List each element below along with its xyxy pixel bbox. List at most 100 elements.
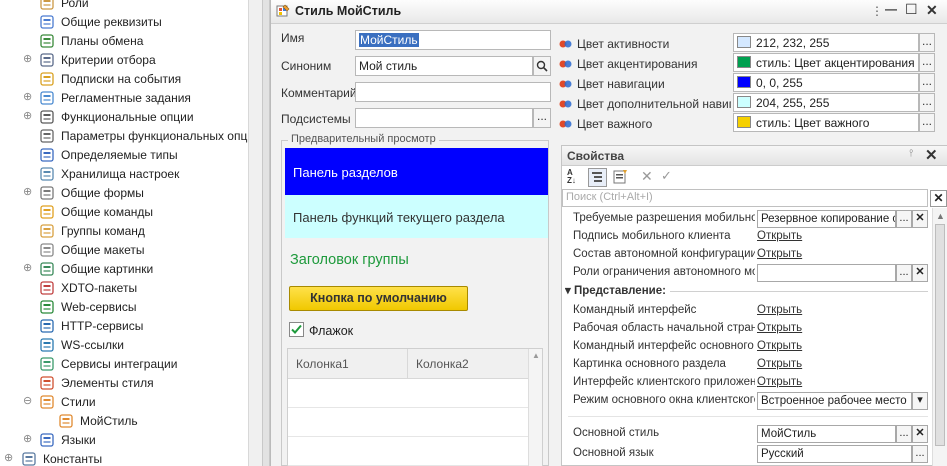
tree-item[interactable]: Языки xyxy=(39,430,96,449)
tree-item[interactable]: Константы xyxy=(21,449,102,466)
tree-item[interactable]: Элементы стиля xyxy=(39,373,154,392)
tree-item[interactable]: Общие реквизиты xyxy=(39,12,162,31)
expand-icon[interactable]: ⊕ xyxy=(23,54,32,65)
tree-item[interactable]: XDTO-пакеты xyxy=(39,278,137,297)
properties-close-icon[interactable]: ✕ xyxy=(925,146,938,164)
apply-icon[interactable]: ✓ xyxy=(661,168,672,184)
column-header-2[interactable]: Колонка2 xyxy=(408,349,528,379)
tree-item[interactable]: Сервисы интеграции xyxy=(39,354,177,373)
tree-item[interactable]: Web-сервисы xyxy=(39,297,137,316)
tree-item[interactable]: Стили xyxy=(39,392,96,411)
color-select-button[interactable]: ... xyxy=(919,53,935,72)
tree-item[interactable]: Функциональные опции xyxy=(39,107,194,126)
comment-field[interactable] xyxy=(355,82,551,102)
tree-item[interactable]: HTTP-сервисы xyxy=(39,316,143,335)
events-icon[interactable] xyxy=(612,169,628,185)
property-field[interactable]: Резервное копирование с xyxy=(757,210,896,228)
color-field[interactable]: стиль: Цвет важного xyxy=(733,113,919,132)
color-field[interactable]: 0, 0, 255 xyxy=(733,73,919,92)
tree-item[interactable]: Общие макеты xyxy=(39,240,145,259)
color-select-button[interactable]: ... xyxy=(919,113,935,132)
property-open-link[interactable]: Открыть xyxy=(757,340,802,358)
tree-item[interactable]: Регламентные задания xyxy=(39,88,191,107)
property-field[interactable]: Русский xyxy=(757,445,912,463)
column-header-1[interactable]: Колонка1 xyxy=(288,349,408,379)
property-open-link[interactable]: Открыть xyxy=(757,322,802,340)
checkbox[interactable] xyxy=(289,322,304,337)
color-field[interactable]: стиль: Цвет акцентирования xyxy=(733,53,919,72)
subsystems-field[interactable] xyxy=(355,108,533,128)
color-field[interactable]: 212, 232, 255 xyxy=(733,33,919,52)
property-field[interactable] xyxy=(757,264,896,282)
collapse-icon[interactable]: ⊖ xyxy=(23,396,32,407)
categories-icon[interactable] xyxy=(588,168,607,187)
tree-item[interactable]: МойСтиль xyxy=(58,411,138,430)
sort-az-icon[interactable]: A Z↓ xyxy=(567,169,583,185)
property-clear-button[interactable]: ✕ xyxy=(912,264,928,282)
tree-item[interactable]: Планы обмена xyxy=(39,31,143,50)
property-select-button[interactable]: ... xyxy=(896,425,912,443)
tree-item[interactable]: Подписки на события xyxy=(39,69,181,88)
expand-icon[interactable]: ⊕ xyxy=(23,111,32,122)
settings-storage-icon xyxy=(39,166,55,182)
scrollbar-thumb[interactable] xyxy=(935,224,945,446)
tree-item[interactable]: Параметры функциональных опций xyxy=(39,126,248,145)
expand-icon[interactable]: ⊕ xyxy=(23,434,32,445)
clear-icon[interactable]: ✕ xyxy=(641,168,653,185)
property-open-link[interactable]: Открыть xyxy=(757,230,802,248)
expand-icon[interactable]: ⊕ xyxy=(23,92,32,103)
close-button[interactable]: ✕ xyxy=(926,2,938,19)
color-field[interactable]: 204, 255, 255 xyxy=(733,93,919,112)
property-clear-button[interactable]: ✕ xyxy=(912,425,928,443)
tree-item[interactable]: Определяемые типы xyxy=(39,145,178,164)
tree-item[interactable]: Группы команд xyxy=(39,221,145,240)
dropdown-icon[interactable]: ▾ xyxy=(912,392,928,410)
property-select-button[interactable]: ... xyxy=(912,445,928,463)
minimize-button[interactable]: — xyxy=(885,2,897,16)
expand-icon[interactable]: ⊕ xyxy=(23,187,32,198)
table-row[interactable] xyxy=(288,379,528,408)
table-scrollbar[interactable]: ▲ xyxy=(528,349,542,466)
synonym-search-button[interactable] xyxy=(533,56,551,76)
tree-item[interactable]: Хранилища настроек xyxy=(39,164,179,183)
pin-icon[interactable]: ⫯ xyxy=(909,148,913,159)
tree-item[interactable]: Общие картинки xyxy=(39,259,153,278)
color-select-button[interactable]: ... xyxy=(919,93,935,112)
property-label: Командный интерфейс xyxy=(573,304,697,316)
color-select-button[interactable]: ... xyxy=(919,73,935,92)
collapse-icon: ▾ xyxy=(565,285,574,297)
property-field[interactable]: МойСтиль xyxy=(757,425,896,443)
table-row[interactable] xyxy=(288,437,528,466)
window-titlebar[interactable]: Стиль МойСтиль ⋮ — ☐ ✕ xyxy=(271,0,947,24)
tree-item[interactable]: Общие команды xyxy=(39,202,153,221)
tree-item[interactable]: WS-ссылки xyxy=(39,335,124,354)
expand-icon[interactable]: ⊕ xyxy=(4,453,13,464)
property-open-link[interactable]: Открыть xyxy=(757,304,802,322)
property-select[interactable]: Встроенное рабочее место xyxy=(757,392,912,410)
property-select-button[interactable]: ... xyxy=(896,210,912,228)
property-clear-button[interactable]: ✕ xyxy=(912,210,928,228)
search-clear-icon[interactable]: ✕ xyxy=(930,190,947,207)
table-row[interactable] xyxy=(288,408,528,437)
tree-item[interactable]: Роли xyxy=(39,0,89,12)
tree-item[interactable]: Критерии отбора xyxy=(39,50,156,69)
name-field[interactable]: МойСтиль xyxy=(355,30,551,50)
property-label: Подпись мобильного клиента xyxy=(573,230,731,242)
maximize-button[interactable]: ☐ xyxy=(905,1,918,18)
color-label: Цвет активности xyxy=(577,37,670,51)
workspace-splitter[interactable] xyxy=(262,0,270,466)
synonym-field[interactable]: Мой стиль xyxy=(355,56,533,76)
default-button[interactable]: Кнопка по умолчанию xyxy=(289,286,468,311)
properties-scrollbar[interactable]: ▲ xyxy=(932,208,947,466)
property-open-link[interactable]: Открыть xyxy=(757,358,802,376)
properties-search-field[interactable]: Поиск (Ctrl+Alt+I) xyxy=(562,189,928,207)
window-menu-button[interactable]: ⋮ xyxy=(871,4,883,18)
property-label: Требуемые разрешения мобильног xyxy=(573,212,755,224)
tree-item-label: Роли xyxy=(61,0,89,10)
properties-section-header[interactable]: ▾ Представление: xyxy=(565,283,666,301)
color-select-button[interactable]: ... xyxy=(919,33,935,52)
property-select-button[interactable]: ... xyxy=(896,264,912,282)
expand-icon[interactable]: ⊕ xyxy=(23,263,32,274)
tree-item[interactable]: Общие формы xyxy=(39,183,144,202)
subsystems-select-button[interactable]: ... xyxy=(533,108,551,128)
